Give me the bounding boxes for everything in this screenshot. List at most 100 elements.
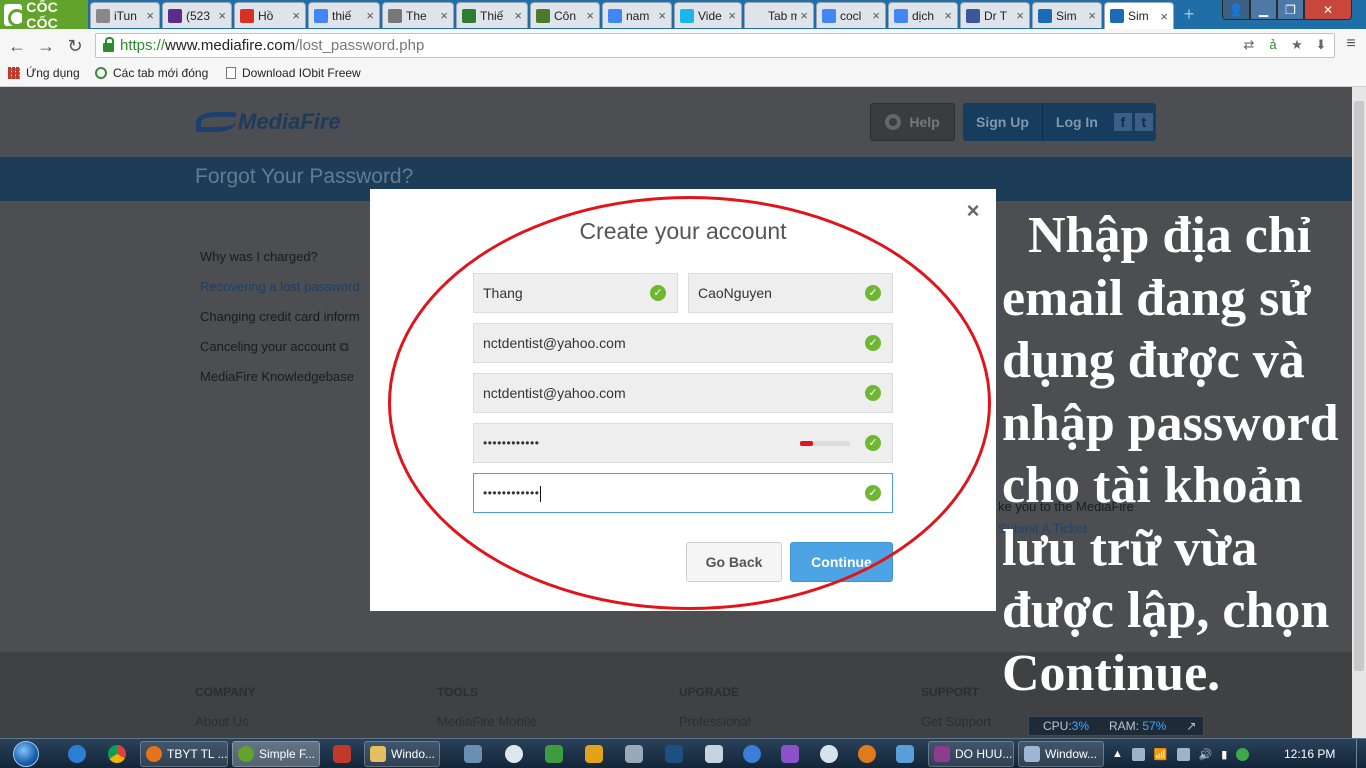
browser-tab[interactable]: Sim × bbox=[1032, 2, 1102, 28]
forward-arrow-icon[interactable]: → bbox=[35, 35, 57, 57]
tab-close-icon[interactable]: × bbox=[728, 8, 736, 23]
tray-app-icon[interactable] bbox=[1131, 747, 1145, 761]
taskbar-item-window[interactable]: Window... bbox=[1018, 741, 1104, 767]
new-tab-button[interactable]: + bbox=[1178, 5, 1200, 23]
sidebar-item-credit-card[interactable]: Changing credit card inform bbox=[200, 309, 360, 339]
app-icon[interactable] bbox=[858, 745, 876, 763]
app-icon[interactable] bbox=[896, 745, 914, 763]
tab-close-icon[interactable]: × bbox=[218, 8, 226, 23]
footer-link-mobile[interactable]: MediaFire Mobile bbox=[437, 714, 537, 729]
red-highlight-circle bbox=[388, 196, 991, 610]
browser-tab[interactable]: thiế × bbox=[308, 2, 380, 28]
sidebar-item-lost-password[interactable]: Recovering a lost password bbox=[200, 279, 360, 309]
tab-close-icon[interactable]: × bbox=[1088, 8, 1096, 23]
app-icon[interactable] bbox=[464, 745, 482, 763]
app-icon[interactable] bbox=[665, 745, 683, 763]
browser-tab[interactable]: Dr T × bbox=[960, 2, 1030, 28]
bookmark-iobit[interactable]: Download IObit Freew bbox=[226, 66, 361, 80]
taskbar-item-winrar[interactable]: DO HUU... bbox=[928, 741, 1014, 767]
tab-close-icon[interactable]: × bbox=[1160, 9, 1168, 24]
sidebar-item-knowledgebase[interactable]: MediaFire Knowledgebase bbox=[200, 369, 360, 399]
app-icon[interactable] bbox=[743, 745, 761, 763]
system-monitor-widget[interactable]: CPU:3% RAM: 57% ↗ bbox=[1028, 716, 1204, 736]
maximize-button[interactable]: ❐ bbox=[1277, 0, 1304, 20]
profile-icon[interactable]: 👤 bbox=[1222, 0, 1250, 20]
bookmark-label: Ứng dụng bbox=[26, 66, 80, 80]
signup-button[interactable]: Sign Up bbox=[963, 103, 1042, 141]
app-icon[interactable] bbox=[625, 745, 643, 763]
browser-tab[interactable]: dịch × bbox=[888, 2, 958, 28]
browser-tab[interactable]: Sim × bbox=[1104, 2, 1174, 29]
tab-close-icon[interactable]: × bbox=[800, 8, 808, 23]
network-icon[interactable] bbox=[1236, 747, 1250, 761]
back-arrow-icon[interactable]: ← bbox=[6, 35, 28, 57]
minimize-button[interactable]: ▁ bbox=[1250, 0, 1277, 20]
tab-close-icon[interactable]: × bbox=[366, 8, 374, 23]
tab-close-icon[interactable]: × bbox=[514, 8, 522, 23]
tab-close-icon[interactable]: × bbox=[658, 8, 666, 23]
address-bar[interactable]: https://www.mediafire.com/lost_password.… bbox=[95, 33, 1335, 58]
translate-icon[interactable]: ⇄ bbox=[1240, 36, 1258, 54]
taskbar-label: Simple F... bbox=[259, 747, 316, 761]
taskbar-item-coccoc[interactable]: Simple F... bbox=[232, 741, 320, 767]
tab-title: The bbox=[406, 8, 427, 23]
tab-close-icon[interactable]: × bbox=[1016, 8, 1024, 23]
tray-expand-icon[interactable]: ▲ bbox=[1112, 748, 1123, 760]
taskbar-item-explorer[interactable]: Windo... bbox=[364, 741, 440, 767]
browser-tab[interactable]: nam × bbox=[602, 2, 672, 28]
browser-tab[interactable]: Vide × bbox=[674, 2, 742, 28]
facebook-icon[interactable]: f bbox=[1113, 113, 1132, 131]
wifi-icon[interactable]: 📶 bbox=[1154, 748, 1168, 761]
app-icon[interactable] bbox=[705, 745, 723, 763]
browser-tab[interactable]: The × bbox=[382, 2, 454, 28]
browser-menu-icon[interactable]: ≡ bbox=[1342, 35, 1360, 55]
tab-close-icon[interactable]: × bbox=[944, 8, 952, 23]
browser-tab[interactable]: iTun × bbox=[90, 2, 160, 28]
download-icon[interactable]: ⬇ bbox=[1312, 36, 1330, 54]
spell-icon[interactable]: ả bbox=[1264, 36, 1282, 54]
mediafire-logo[interactable]: MediaFire bbox=[196, 109, 341, 135]
taskbar-item-firefox[interactable]: TBYT TL ... bbox=[140, 741, 228, 767]
browser-tab[interactable]: Hồ × bbox=[234, 2, 306, 28]
app-icon[interactable] bbox=[781, 745, 799, 763]
bookmark-apps[interactable]: Ứng dụng bbox=[8, 66, 80, 80]
help-button[interactable]: Help bbox=[870, 103, 955, 141]
browser-tab[interactable]: cocl × bbox=[816, 2, 886, 28]
sidebar-item-cancel-account[interactable]: Canceling your account ⧉ bbox=[200, 339, 360, 369]
footer-link-about[interactable]: About Us bbox=[195, 714, 248, 729]
ie-icon[interactable] bbox=[68, 745, 86, 763]
tab-close-icon[interactable]: × bbox=[292, 8, 300, 23]
tab-close-icon[interactable]: × bbox=[586, 8, 594, 23]
browser-tab[interactable]: Côn × bbox=[530, 2, 600, 28]
volume-icon[interactable]: 🔊 bbox=[1199, 748, 1213, 761]
taskbar-clock[interactable]: 12:16 PM bbox=[1284, 747, 1335, 761]
app-icon[interactable] bbox=[505, 745, 523, 763]
footer-link-professional[interactable]: Professional bbox=[679, 714, 751, 729]
apps-icon bbox=[8, 67, 20, 79]
sidebar-item-charged[interactable]: Why was I charged? bbox=[200, 249, 360, 279]
footer-link-get-support[interactable]: Get Support bbox=[921, 714, 991, 729]
start-button[interactable] bbox=[6, 739, 46, 768]
coccoc-logo[interactable]: CỐC CỐC bbox=[0, 0, 88, 31]
blank-icon bbox=[750, 8, 764, 23]
chrome-icon[interactable] bbox=[108, 745, 126, 763]
app-icon[interactable] bbox=[333, 745, 351, 763]
signal-icon[interactable]: ▮ bbox=[1221, 748, 1227, 761]
browser-tab[interactable]: Tab mớ× bbox=[744, 2, 814, 28]
browser-tab[interactable]: Thiế × bbox=[456, 2, 528, 28]
login-button[interactable]: Log In bbox=[1041, 103, 1111, 141]
close-window-button[interactable]: ✕ bbox=[1304, 0, 1352, 20]
twitter-icon[interactable]: t bbox=[1134, 113, 1153, 131]
app-icon[interactable] bbox=[545, 745, 563, 763]
tab-close-icon[interactable]: × bbox=[440, 8, 448, 23]
browser-tab[interactable]: (523 × bbox=[162, 2, 232, 28]
show-desktop-button[interactable] bbox=[1356, 739, 1366, 768]
bookmark-recent-tabs[interactable]: Các tab mới đóng bbox=[95, 66, 208, 80]
bookmark-star-icon[interactable]: ★ bbox=[1288, 36, 1306, 54]
app-icon[interactable] bbox=[820, 745, 838, 763]
tray-app-icon[interactable] bbox=[1176, 747, 1190, 761]
app-icon[interactable] bbox=[585, 745, 603, 763]
tab-close-icon[interactable]: × bbox=[146, 8, 154, 23]
tab-close-icon[interactable]: × bbox=[872, 8, 880, 23]
reload-icon[interactable]: ↻ bbox=[64, 35, 86, 57]
